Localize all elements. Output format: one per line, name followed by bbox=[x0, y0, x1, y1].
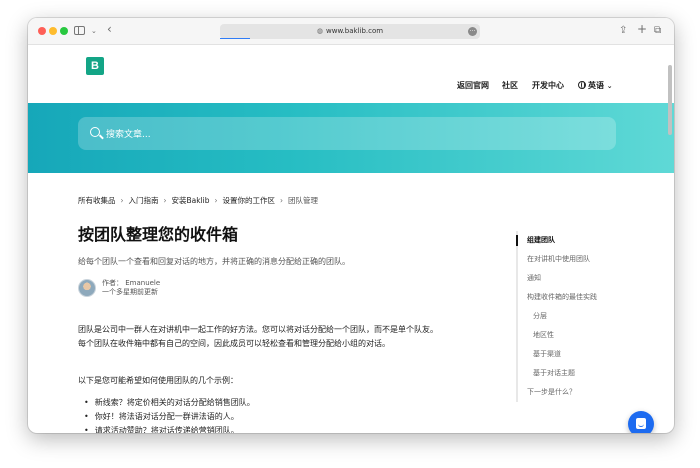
address-url: www.baklib.com bbox=[326, 27, 384, 35]
search-icon bbox=[90, 127, 100, 137]
breadcrumb-current: 团队管理 bbox=[288, 196, 319, 205]
list-item: 你好！将法语对话分配一群讲法语的人。 bbox=[84, 410, 255, 424]
title-bar: ⌄ ‹ ◍ www.baklib.com ··· ⇪ + ⧉ bbox=[28, 18, 674, 45]
breadcrumb: 所有收集品 › 入门指南 › 安装Baklib › 设置你的工作区 › 团队管理 bbox=[78, 195, 318, 206]
table-of-contents: 组建团队 在对讲机中使用团队 通知 构建收件箱的最佳实践 分层 地区性 基于渠道… bbox=[516, 231, 656, 402]
zoom-window-button[interactable] bbox=[60, 27, 68, 35]
breadcrumb-item[interactable]: 安装Baklib bbox=[172, 196, 210, 205]
nav-dev-center-link[interactable]: 开发中心 bbox=[532, 80, 564, 91]
nav-home-link[interactable]: 返回官网 bbox=[457, 80, 489, 91]
chevron-right-icon: › bbox=[214, 196, 218, 205]
breadcrumb-item[interactable]: 所有收集品 bbox=[78, 196, 116, 205]
web-page: B 返回官网 社区 开发中心 英语 ⌄ 搜索文章... 所有收集品 › 入门指南 › 安… bbox=[28, 45, 674, 433]
chat-icon bbox=[636, 418, 646, 429]
chevron-right-icon: › bbox=[120, 196, 124, 205]
list-item: 请求活动赞助？将对话传递给营销团队。 bbox=[84, 424, 255, 433]
chevron-down-icon[interactable]: ⌄ bbox=[91, 24, 97, 38]
toc-subitem[interactable]: 地区性 bbox=[518, 326, 656, 345]
toc-item[interactable]: 构建收件箱的最佳实践 bbox=[518, 288, 656, 307]
minimize-window-button[interactable] bbox=[49, 27, 57, 35]
browser-window: ⌄ ‹ ◍ www.baklib.com ··· ⇪ + ⧉ B 返回官网 社区 … bbox=[28, 18, 674, 433]
share-icon[interactable]: ⇪ bbox=[619, 24, 627, 38]
toc-item[interactable]: 通知 bbox=[518, 269, 656, 288]
toc-item[interactable]: 在对讲机中使用团队 bbox=[518, 250, 656, 269]
chat-launcher-button[interactable] bbox=[628, 411, 654, 433]
examples-intro: 以下是您可能希望如何使用团队的几个示例： bbox=[78, 376, 238, 385]
shield-icon: ◍ bbox=[316, 27, 324, 35]
search-input[interactable]: 搜索文章... bbox=[78, 117, 616, 150]
toc-subitem[interactable]: 基于渠道 bbox=[518, 345, 656, 364]
page-subtitle: 给每个团队一个查看和回复对话的地方，并将正确的消息分配给正确的团队。 bbox=[78, 257, 350, 266]
breadcrumb-item[interactable]: 设置你的工作区 bbox=[223, 196, 276, 205]
more-options-icon[interactable]: ··· bbox=[468, 27, 477, 36]
chevron-right-icon: › bbox=[280, 196, 284, 205]
toc-item[interactable]: 组建团队 bbox=[516, 231, 656, 250]
page-title: 按团队整理您的收件箱 bbox=[78, 225, 239, 244]
sidebar-toggle-icon[interactable] bbox=[74, 26, 85, 35]
toc-subitem[interactable]: 基于对话主题 bbox=[518, 364, 656, 383]
close-window-button[interactable] bbox=[38, 27, 46, 35]
author-avatar bbox=[78, 279, 96, 297]
globe-icon bbox=[578, 81, 586, 89]
scrollbar[interactable] bbox=[668, 65, 672, 135]
baklib-logo[interactable]: B bbox=[86, 57, 104, 75]
chevron-down-icon: ⌄ bbox=[606, 82, 613, 90]
breadcrumb-item[interactable]: 入门指南 bbox=[129, 196, 159, 205]
language-selector[interactable]: 英语 ⌄ bbox=[578, 80, 613, 91]
address-bar[interactable]: ◍ www.baklib.com ··· bbox=[220, 24, 480, 39]
nav-community-link[interactable]: 社区 bbox=[502, 80, 518, 91]
examples-list: 新线索？将定价相关的对话分配给销售团队。 你好！将法语对话分配一群讲法语的人。 … bbox=[84, 396, 255, 433]
article-paragraph: 团队是公司中一群人在对讲机中一起工作的好方法。您可以将对话分配给一个团队，而不是… bbox=[78, 325, 438, 348]
site-header: B 返回官网 社区 开发中心 英语 ⌄ bbox=[28, 45, 674, 103]
language-label: 英语 bbox=[588, 81, 604, 90]
back-button[interactable]: ‹ bbox=[107, 22, 112, 36]
search-placeholder: 搜索文章... bbox=[106, 130, 151, 140]
author-info: 作者： Emanuele 一个多星期前更新 bbox=[102, 279, 160, 297]
list-item: 新线索？将定价相关的对话分配给销售团队。 bbox=[84, 396, 255, 410]
new-tab-button[interactable]: + bbox=[637, 22, 647, 36]
updated-time: 一个多星期前更新 bbox=[102, 288, 158, 296]
search-hero: 搜索文章... bbox=[28, 103, 674, 173]
author-name: 作者： Emanuele bbox=[102, 279, 161, 287]
page-load-progress bbox=[220, 37, 250, 39]
chevron-right-icon: › bbox=[163, 196, 167, 205]
toc-item[interactable]: 下一步是什么？ bbox=[518, 383, 656, 402]
tabs-overview-icon[interactable]: ⧉ bbox=[654, 24, 661, 38]
toc-subitem[interactable]: 分层 bbox=[518, 307, 656, 326]
